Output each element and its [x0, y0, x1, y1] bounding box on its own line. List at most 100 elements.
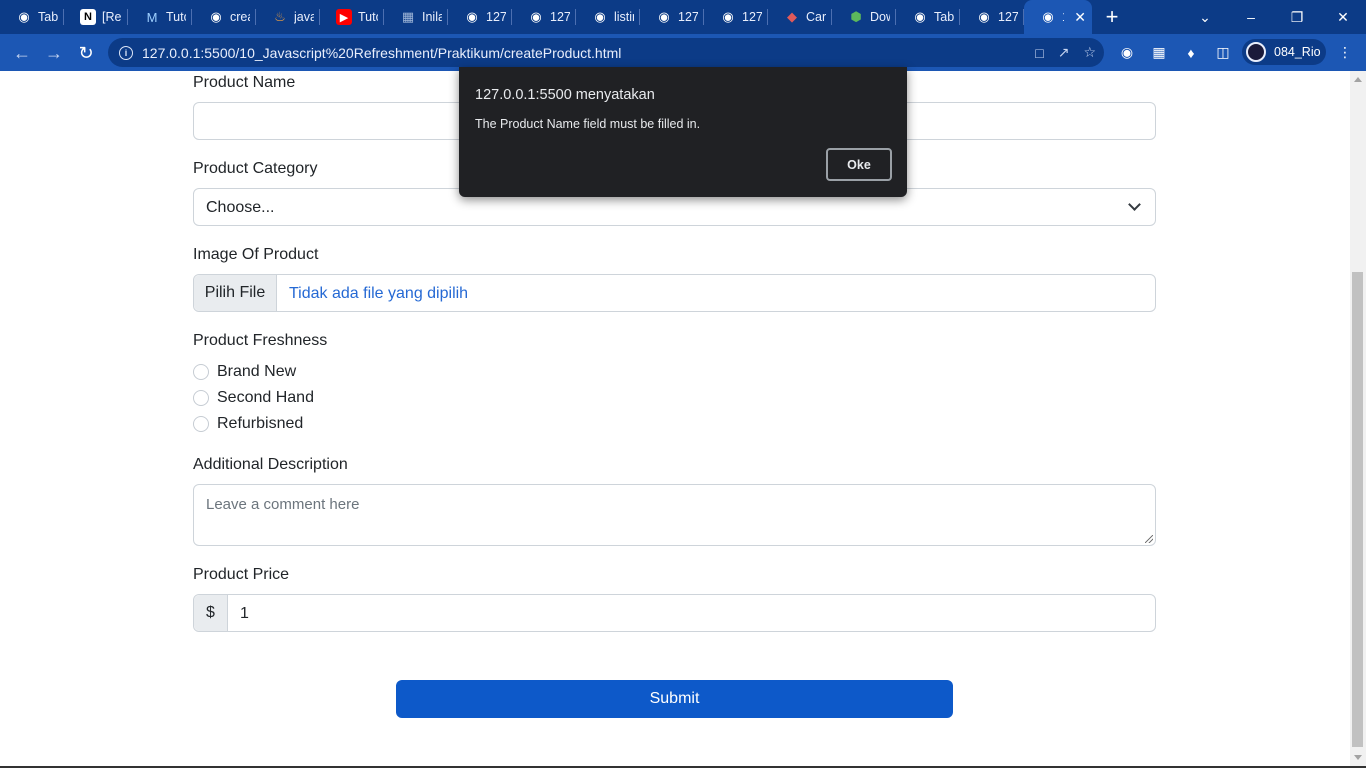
radio-refurbished[interactable]: Refurbisned: [193, 414, 303, 434]
back-button[interactable]: ←: [6, 37, 38, 69]
avatar: [1246, 42, 1266, 62]
description-label: Additional Description: [193, 456, 348, 473]
browser-tab[interactable]: ◆ Cara: [768, 0, 832, 34]
new-tab-button[interactable]: +: [1092, 0, 1132, 34]
globe-icon: ◉: [1042, 9, 1054, 24]
browser-tab[interactable]: ◉ 127.: [960, 0, 1024, 34]
radio-label: Second Hand: [217, 389, 314, 406]
alert-title: 127.0.0.1:5500 menyatakan: [475, 87, 655, 103]
radio-brand-new[interactable]: Brand New: [193, 362, 296, 382]
globe-icon: ◉: [978, 9, 990, 24]
browser-tab[interactable]: ▶ Tuto: [320, 0, 384, 34]
freshness-label: Product Freshness: [193, 332, 328, 349]
chrome-icon: ◉: [18, 9, 30, 24]
close-window-button[interactable]: ✕: [1320, 0, 1366, 34]
resize-grip-icon[interactable]: [1145, 535, 1153, 543]
dollar-prefix: $: [194, 595, 228, 631]
tab-label: listin: [614, 10, 634, 24]
reload-button[interactable]: ↻: [70, 37, 102, 69]
tab-label: crea: [230, 10, 250, 24]
tab-label: Inila: [422, 10, 442, 24]
alert-message: The Product Name field must be filled in…: [475, 117, 701, 131]
globe-icon: ◉: [530, 9, 542, 24]
browser-tab[interactable]: N [Reg: [64, 0, 128, 34]
globe-icon: ◉: [722, 9, 734, 24]
alert-dialog: 127.0.0.1:5500 menyatakan The Product Na…: [459, 67, 907, 197]
minimize-button[interactable]: –: [1228, 0, 1274, 34]
image-label: Image Of Product: [193, 246, 319, 263]
site-icon: ▦: [401, 9, 415, 24]
browser-toolbar: ← → ↻ i 127.0.0.1:5500/10_Javascript%20R…: [0, 34, 1366, 71]
tab-search-icon[interactable]: ⌄: [1182, 0, 1228, 34]
browser-tab[interactable]: ⬢ Dow: [832, 0, 896, 34]
extension-translate-icon[interactable]: ▦: [1148, 34, 1170, 71]
price-label: Product Price: [193, 566, 290, 583]
browser-tab[interactable]: ◉ crea: [192, 0, 256, 34]
browser-tab[interactable]: ◉ listin: [576, 0, 640, 34]
browser-tab[interactable]: ◉ 127.: [512, 0, 576, 34]
browser-tab[interactable]: ◉ 1 ✕: [1024, 0, 1092, 34]
extension-record-icon[interactable]: ◉: [1116, 34, 1138, 71]
tab-label: Tab: [38, 10, 58, 24]
browser-tab[interactable]: ◉ Tab: [0, 0, 64, 34]
browser-tab[interactable]: M Tuto: [128, 0, 192, 34]
chevron-down-icon: [1128, 198, 1141, 211]
browser-tab[interactable]: ◉ 127.: [448, 0, 512, 34]
choose-file-button[interactable]: Pilih File: [194, 275, 277, 311]
browser-tab[interactable]: ◉ Tab: [896, 0, 960, 34]
restore-button[interactable]: ❐: [1274, 0, 1320, 34]
scroll-up-icon[interactable]: [1354, 77, 1362, 82]
tab-label: Tuto: [358, 10, 378, 24]
product-category-label: Product Category: [193, 160, 318, 177]
radio-label: Refurbisned: [217, 415, 304, 432]
tab-label: Cara: [806, 10, 826, 24]
youtube-icon: ▶: [336, 9, 352, 25]
radio-label: Brand New: [217, 363, 297, 380]
alert-ok-button[interactable]: Oke: [826, 148, 892, 181]
globe-icon: ◉: [658, 9, 670, 24]
extensions-puzzle-icon[interactable]: ♦: [1180, 34, 1202, 71]
m-icon: M: [146, 9, 158, 25]
scroll-down-icon[interactable]: [1354, 755, 1362, 760]
image-file-input[interactable]: Pilih File Tidak ada file yang dipilih: [193, 274, 1156, 312]
share-icon[interactable]: ↗: [1058, 44, 1070, 61]
browser-menu-icon[interactable]: ⋮: [1334, 34, 1356, 71]
file-status-text: Tidak ada file yang dipilih: [289, 285, 469, 302]
browser-tab[interactable]: ♨ java: [256, 0, 320, 34]
description-textarea[interactable]: Leave a comment here: [193, 484, 1156, 546]
radio-button[interactable]: [193, 390, 209, 406]
description-placeholder: Leave a comment here: [206, 496, 360, 513]
tab-label: 1: [1062, 10, 1064, 24]
forward-button[interactable]: →: [38, 37, 70, 69]
tab-label: java: [294, 10, 314, 24]
submit-button[interactable]: Submit: [396, 680, 953, 718]
browser-tab[interactable]: ◉ 127.: [704, 0, 768, 34]
translate-icon[interactable]: □: [1035, 45, 1043, 61]
java-icon: ♨: [274, 9, 286, 24]
globe-icon: ◉: [594, 9, 606, 24]
globe-icon: ◉: [466, 9, 478, 24]
bookmark-star-icon[interactable]: ☆: [1083, 44, 1096, 61]
chrome-icon: ◉: [914, 9, 926, 24]
radio-button[interactable]: [193, 364, 209, 380]
browser-tab[interactable]: ◉ 127.: [640, 0, 704, 34]
tab-label: Tuto: [166, 10, 186, 24]
cube-red-icon: ◆: [787, 9, 797, 24]
page-scrollbar[interactable]: [1350, 71, 1366, 766]
close-tab-icon[interactable]: ✕: [1074, 9, 1086, 26]
radio-button[interactable]: [193, 416, 209, 432]
tab-label: 127.: [678, 10, 698, 24]
site-info-icon[interactable]: i: [119, 45, 133, 60]
scrollbar-thumb[interactable]: [1352, 272, 1363, 747]
browser-tab[interactable]: ▦ Inila: [384, 0, 448, 34]
price-input[interactable]: 1: [240, 605, 249, 623]
address-url[interactable]: 127.0.0.1:5500/10_Javascript%20Refreshme…: [142, 45, 621, 61]
side-panel-icon[interactable]: ◫: [1212, 34, 1234, 71]
tab-label: 127.: [742, 10, 762, 24]
tab-label: 127.: [486, 10, 506, 24]
category-selected-value: Choose...: [206, 199, 275, 216]
profile-button[interactable]: 084_Rio: [1242, 39, 1326, 65]
price-input-group[interactable]: $ 1: [193, 594, 1156, 632]
radio-second-hand[interactable]: Second Hand: [193, 388, 314, 408]
address-bar[interactable]: i 127.0.0.1:5500/10_Javascript%20Refresh…: [108, 38, 1104, 67]
